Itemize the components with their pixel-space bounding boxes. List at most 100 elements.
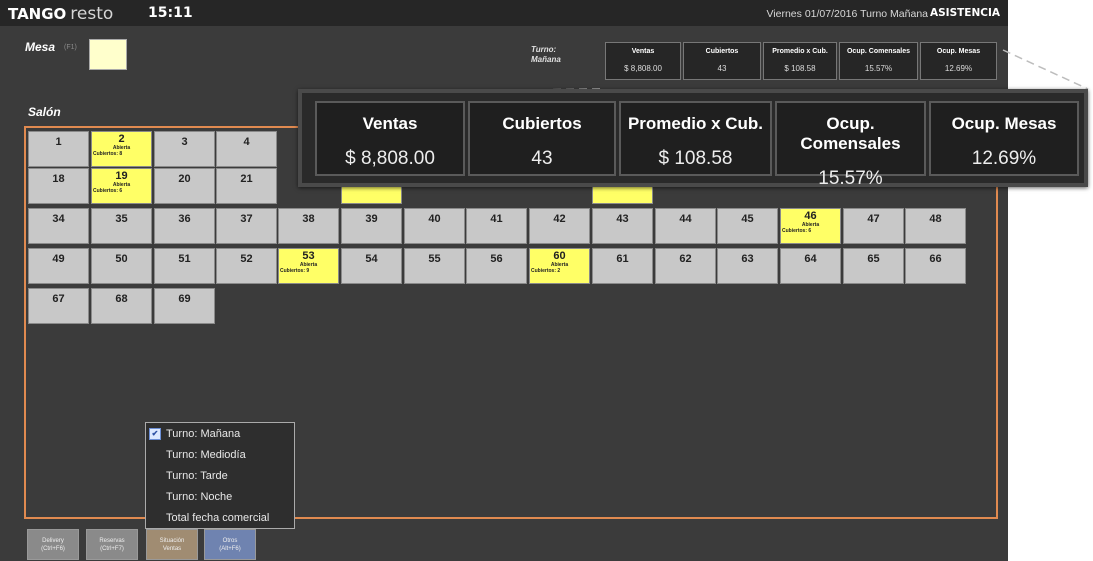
table-button[interactable]: 35 (91, 208, 152, 244)
button-line1: Reservas (99, 538, 125, 544)
shift-menu-item[interactable]: Turno: Tarde (146, 466, 294, 486)
table-number: 19 (115, 170, 128, 182)
table-button[interactable]: 48 (905, 208, 966, 244)
table-button[interactable]: 38 (278, 208, 339, 244)
table-button[interactable]: 39 (341, 208, 402, 244)
table-button[interactable]: 54 (341, 248, 402, 284)
table-button[interactable]: 41 (466, 208, 527, 244)
stat-title: Ventas (631, 48, 655, 55)
table-button[interactable]: 61 (592, 248, 653, 284)
table-button[interactable]: 1 (28, 131, 89, 167)
table-button[interactable]: 62 (655, 248, 716, 284)
table-number: 38 (302, 213, 315, 225)
table-number: 46 (804, 210, 817, 222)
shift-menu-item[interactable]: Total fecha comercial (146, 508, 294, 528)
table-button[interactable]: 68 (91, 288, 152, 324)
zoom-stat-title: Ventas (362, 114, 418, 133)
table-button[interactable]: 43 (592, 208, 653, 244)
table-covers: Cubiertos: 2 (531, 268, 561, 274)
table-covers: Cubiertos: 6 (93, 188, 123, 194)
button-line2: Ventas (162, 546, 182, 552)
table-button[interactable]: 3 (154, 131, 215, 167)
table-button[interactable]: 49 (28, 248, 89, 284)
stat-card: Cubiertos 43 (683, 42, 761, 80)
table-button[interactable]: 42 (529, 208, 590, 244)
table-button[interactable]: 69 (154, 288, 215, 324)
table-number: 42 (553, 213, 566, 225)
zoom-stat-value: 15.57% (818, 168, 883, 189)
button-line2: (Ctrl+F7) (100, 546, 124, 552)
bottom-button[interactable]: Situación Ventas (146, 529, 198, 560)
shift-menu-item[interactable]: Turno: Mediodía (146, 445, 294, 465)
table-number: 52 (240, 253, 253, 265)
button-line1: Situación (159, 538, 185, 544)
table-button[interactable]: 64 (780, 248, 841, 284)
table-number: 68 (115, 293, 128, 305)
table-covers: Cubiertos: 6 (782, 228, 812, 234)
bottom-button[interactable]: Otros (Alt+F6) (204, 529, 256, 560)
table-number: 62 (679, 253, 692, 265)
table-number: 69 (178, 293, 191, 305)
mode-label: ASISTENCIA (929, 7, 1000, 19)
table-button[interactable]: 4 (216, 131, 277, 167)
table-button[interactable]: 19 Abierta Cubiertos: 6 (91, 168, 152, 204)
table-button[interactable]: 20 (154, 168, 215, 204)
table-button[interactable]: 46 Abierta Cubiertos: 6 (780, 208, 841, 244)
stat-value: 15.57% (864, 64, 893, 73)
zoom-stat-title: Promedio x Cub. (627, 114, 764, 133)
table-number: 34 (52, 213, 65, 225)
table-covers: Cubiertos: 9 (280, 268, 310, 274)
mesa-label: Mesa (25, 40, 56, 54)
table-button[interactable]: 66 (905, 248, 966, 284)
stat-card: Ocup. Mesas 12.69% (920, 42, 997, 80)
button-line2: (Alt+F6) (219, 546, 241, 552)
table-number: 2 (118, 133, 125, 145)
table-button[interactable]: 56 (466, 248, 527, 284)
table-button[interactable]: 52 (216, 248, 277, 284)
table-button[interactable]: 65 (843, 248, 904, 284)
shift-menu-label: Turno: Noche (166, 491, 233, 503)
table-button[interactable]: 2 Abierta Cubiertos: 8 (91, 131, 152, 167)
mesa-shortcut: (F1) (64, 44, 77, 51)
stats-zoom-panel: Ventas $ 8,808.00 Cubiertos 43 Promedio x Cu… (298, 89, 1088, 189)
table-button[interactable]: 63 (717, 248, 778, 284)
zoom-stat-value: 12.69% (971, 148, 1037, 169)
table-button[interactable]: 21 (216, 168, 277, 204)
button-line1: Otros (222, 538, 238, 544)
turno-line1: Turno: (531, 45, 557, 54)
table-button[interactable]: 18 (28, 168, 89, 204)
table-number: 48 (929, 213, 942, 225)
table-button[interactable]: 60 Abierta Cubiertos: 2 (529, 248, 590, 284)
stat-card: Promedio x Cub. $ 108.58 (763, 42, 837, 80)
table-number: 21 (240, 173, 253, 185)
mesa-input[interactable] (89, 39, 127, 70)
bottom-button[interactable]: Delivery (Ctrl+F6) (27, 529, 79, 560)
table-button[interactable]: 67 (28, 288, 89, 324)
shift-menu-item[interactable]: Turno: Noche (146, 487, 294, 507)
table-button[interactable]: 55 (404, 248, 465, 284)
shift-menu-item[interactable]: ✔ Turno: Mañana (146, 424, 294, 444)
table-button[interactable]: 53 Abierta Cubiertos: 9 (278, 248, 339, 284)
table-number: 18 (52, 173, 65, 185)
table-button[interactable]: 51 (154, 248, 215, 284)
table-button[interactable]: 40 (404, 208, 465, 244)
turno-label: Turno: Mañana (531, 45, 561, 65)
table-button[interactable]: 50 (91, 248, 152, 284)
table-number: 61 (616, 253, 629, 265)
table-button[interactable]: 47 (843, 208, 904, 244)
table-number: 35 (115, 213, 128, 225)
bottom-button[interactable]: Reservas (Ctrl+F7) (86, 529, 138, 560)
table-button[interactable]: 44 (655, 208, 716, 244)
table-button[interactable]: 36 (154, 208, 215, 244)
brand-logo: TANGO resto (8, 4, 113, 24)
table-number: 41 (490, 213, 503, 225)
shift-menu-label: Turno: Tarde (166, 470, 228, 482)
table-button[interactable]: 45 (717, 208, 778, 244)
table-number: 49 (52, 253, 65, 265)
shift-menu-label: Total fecha comercial (166, 512, 270, 524)
date-shift-info: Viernes 01/07/2016 Turno Mañana (766, 8, 928, 20)
table-button[interactable]: 37 (216, 208, 277, 244)
table-button[interactable]: 34 (28, 208, 89, 244)
shift-menu-label: Turno: Mediodía (166, 449, 246, 461)
stat-title: Ocup. Mesas (936, 48, 981, 55)
